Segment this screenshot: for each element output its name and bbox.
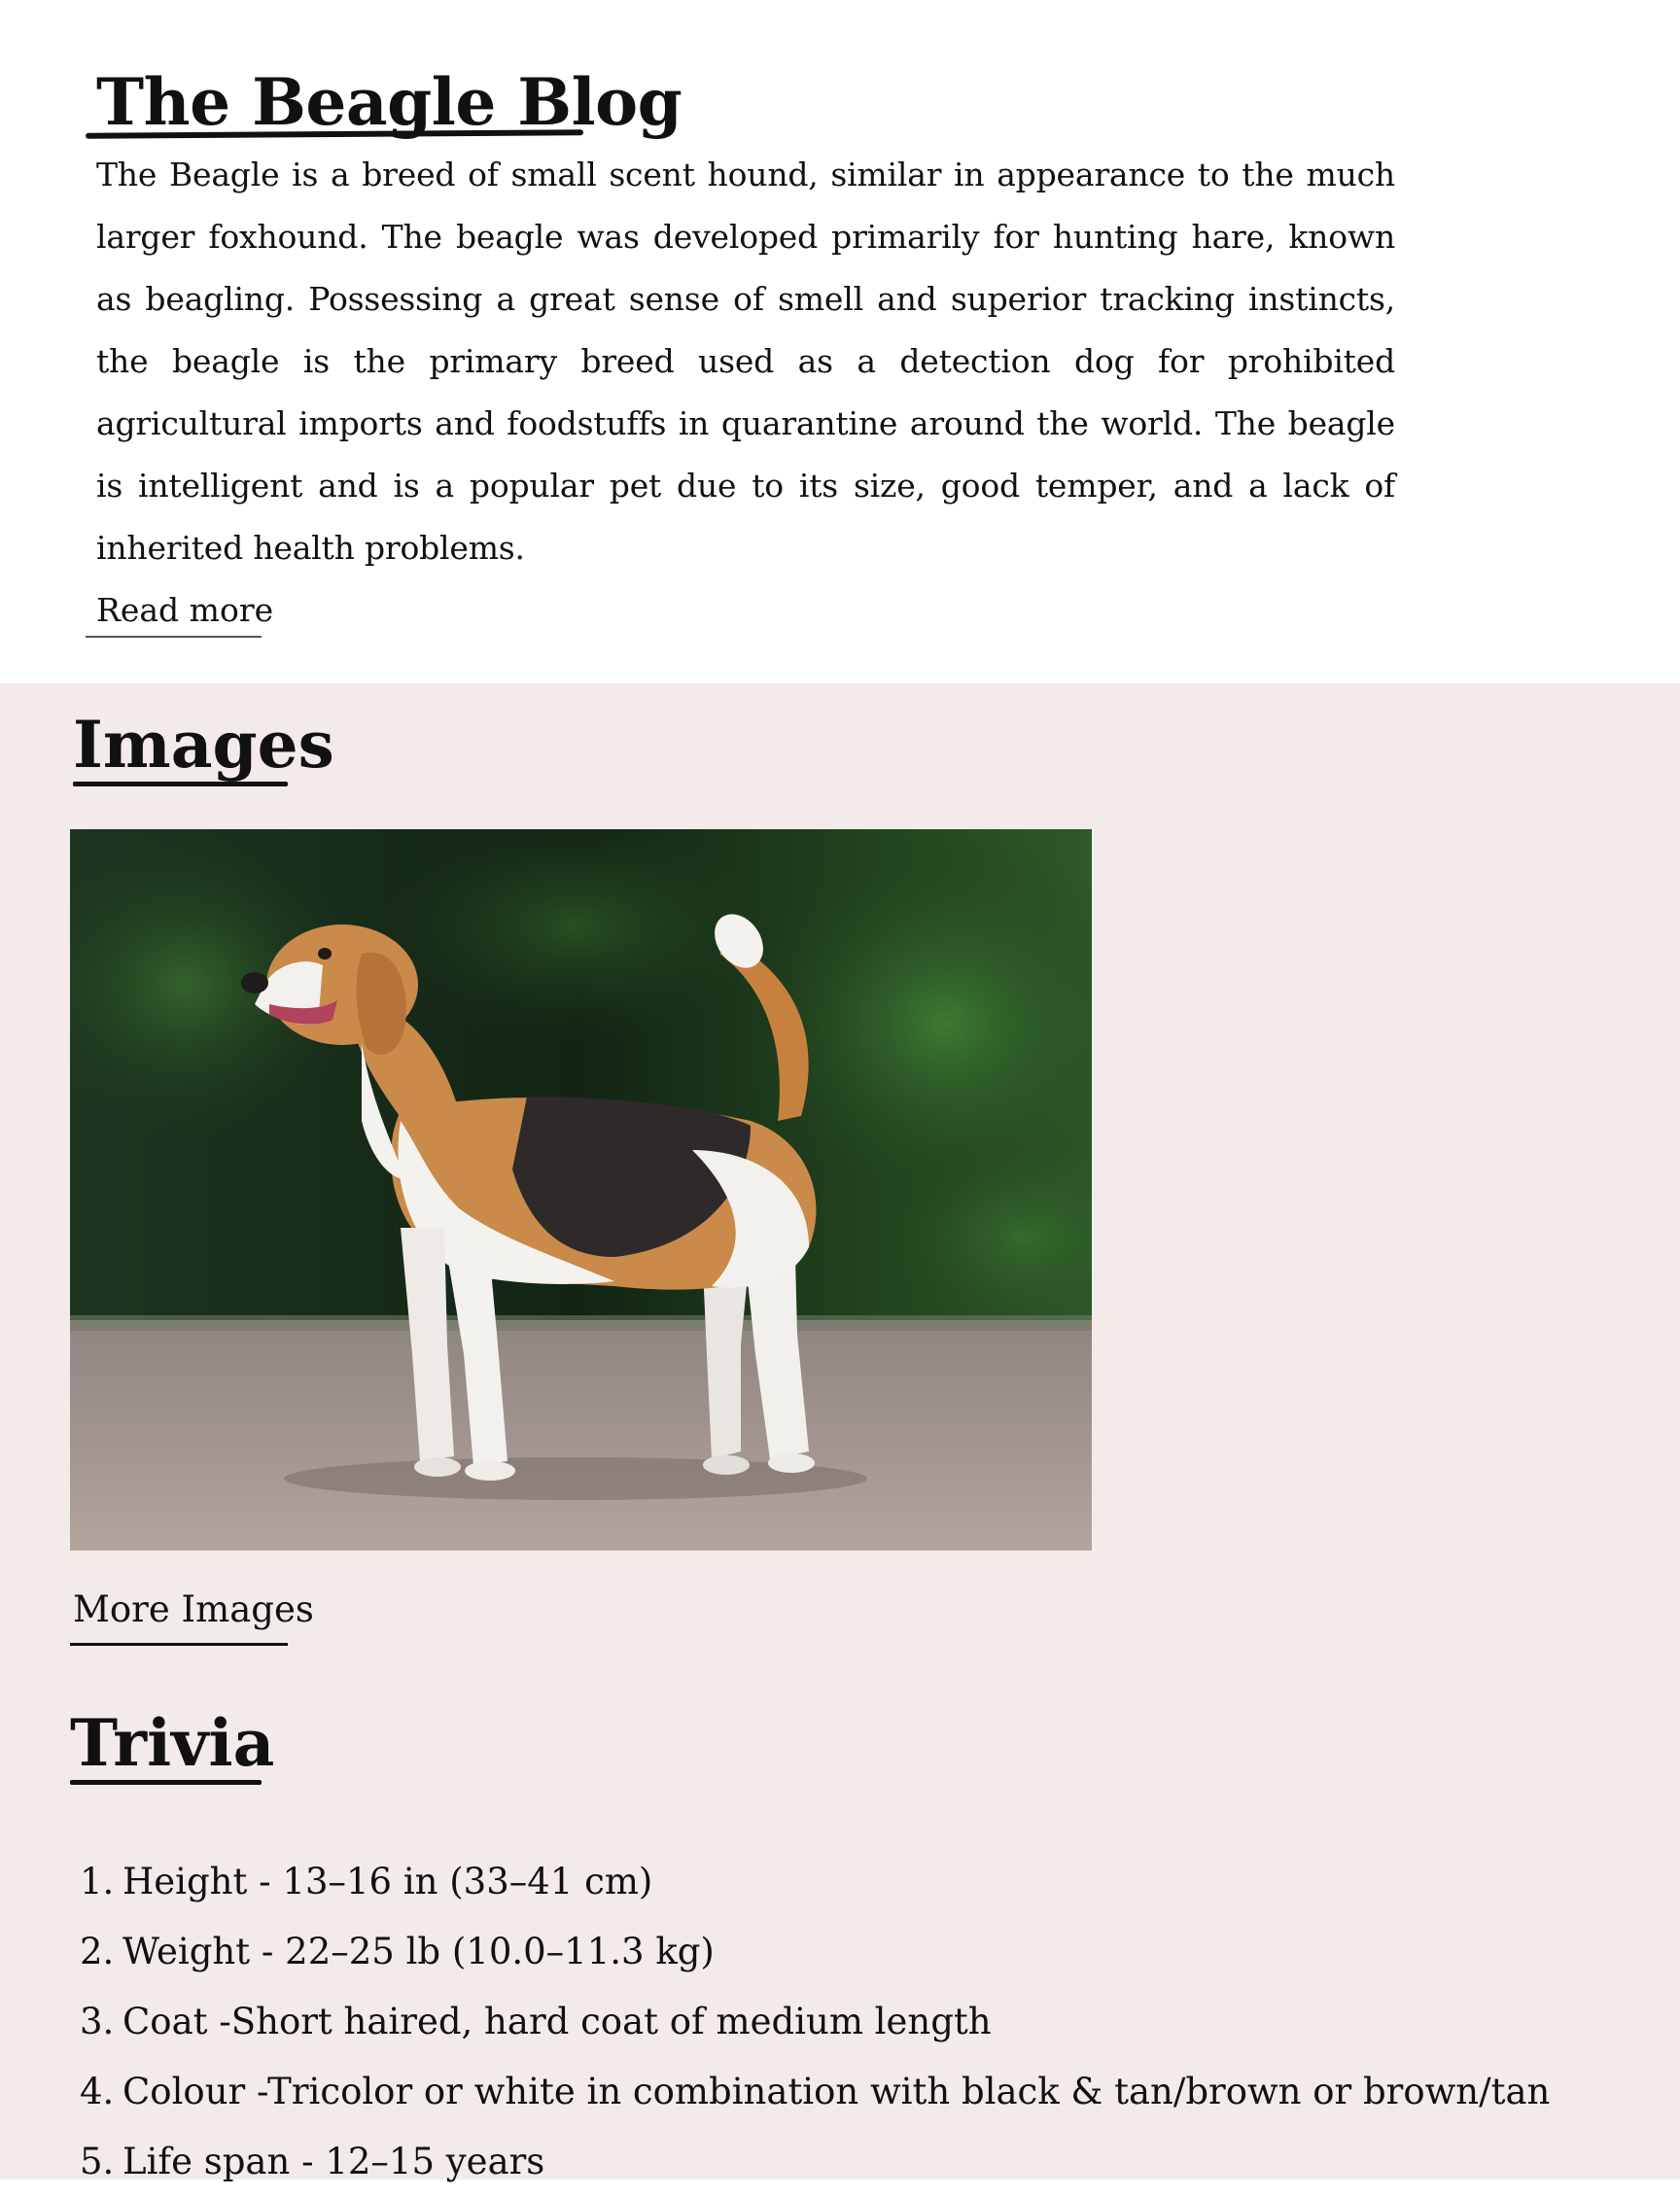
trivia-item-text: Height - 13–16 in (33–41 cm) [122, 1861, 653, 1902]
images-heading: Images [73, 707, 334, 783]
trivia-item-number: 2. [80, 1931, 115, 1972]
more-images-underline [70, 1643, 288, 1646]
trivia-item: 4. Colour -Tricolor or white in combinat… [80, 2057, 1550, 2127]
beagle-photo [70, 829, 1092, 1551]
trivia-item-number: 3. [80, 2001, 115, 2042]
trivia-list: 1. Height - 13–16 in (33–41 cm) 2. Weigh… [80, 1847, 1550, 2197]
trivia-item-text: Coat -Short haired, hard coat of medium … [122, 2001, 992, 2042]
trivia-item: 3. Coat -Short haired, hard coat of medi… [80, 1987, 1550, 2057]
trivia-heading: Trivia [70, 1705, 275, 1781]
trivia-item-text: Colour -Tricolor or white in combination… [122, 2071, 1551, 2112]
trivia-item: 5. Life span - 12–15 years [80, 2127, 1550, 2197]
blog-header-section: The Beagle Blog The Beagle is a breed of… [0, 0, 1680, 683]
trivia-item-number: 1. [80, 1861, 115, 1902]
trivia-item-text: Weight - 22–25 lb (10.0–11.3 kg) [122, 1931, 715, 1972]
trivia-item-text: Life span - 12–15 years [122, 2141, 545, 2182]
intro-paragraph: The Beagle is a breed of small scent hou… [96, 156, 1395, 567]
trivia-item: 2. Weight - 22–25 lb (10.0–11.3 kg) [80, 1917, 1550, 1987]
trivia-heading-underline [70, 1780, 262, 1785]
trivia-item-number: 5. [80, 2141, 115, 2182]
more-images-link[interactable]: More Images [73, 1583, 314, 1637]
content-section: Images More Images Trivia 1. Height - 13… [0, 683, 1680, 2182]
trivia-item-number: 4. [80, 2071, 115, 2112]
trivia-item: 1. Height - 13–16 in (33–41 cm) [80, 1847, 1550, 1917]
read-more-link[interactable]: Read more [96, 583, 273, 638]
read-more-underline [86, 636, 262, 638]
images-heading-underline [73, 782, 288, 786]
